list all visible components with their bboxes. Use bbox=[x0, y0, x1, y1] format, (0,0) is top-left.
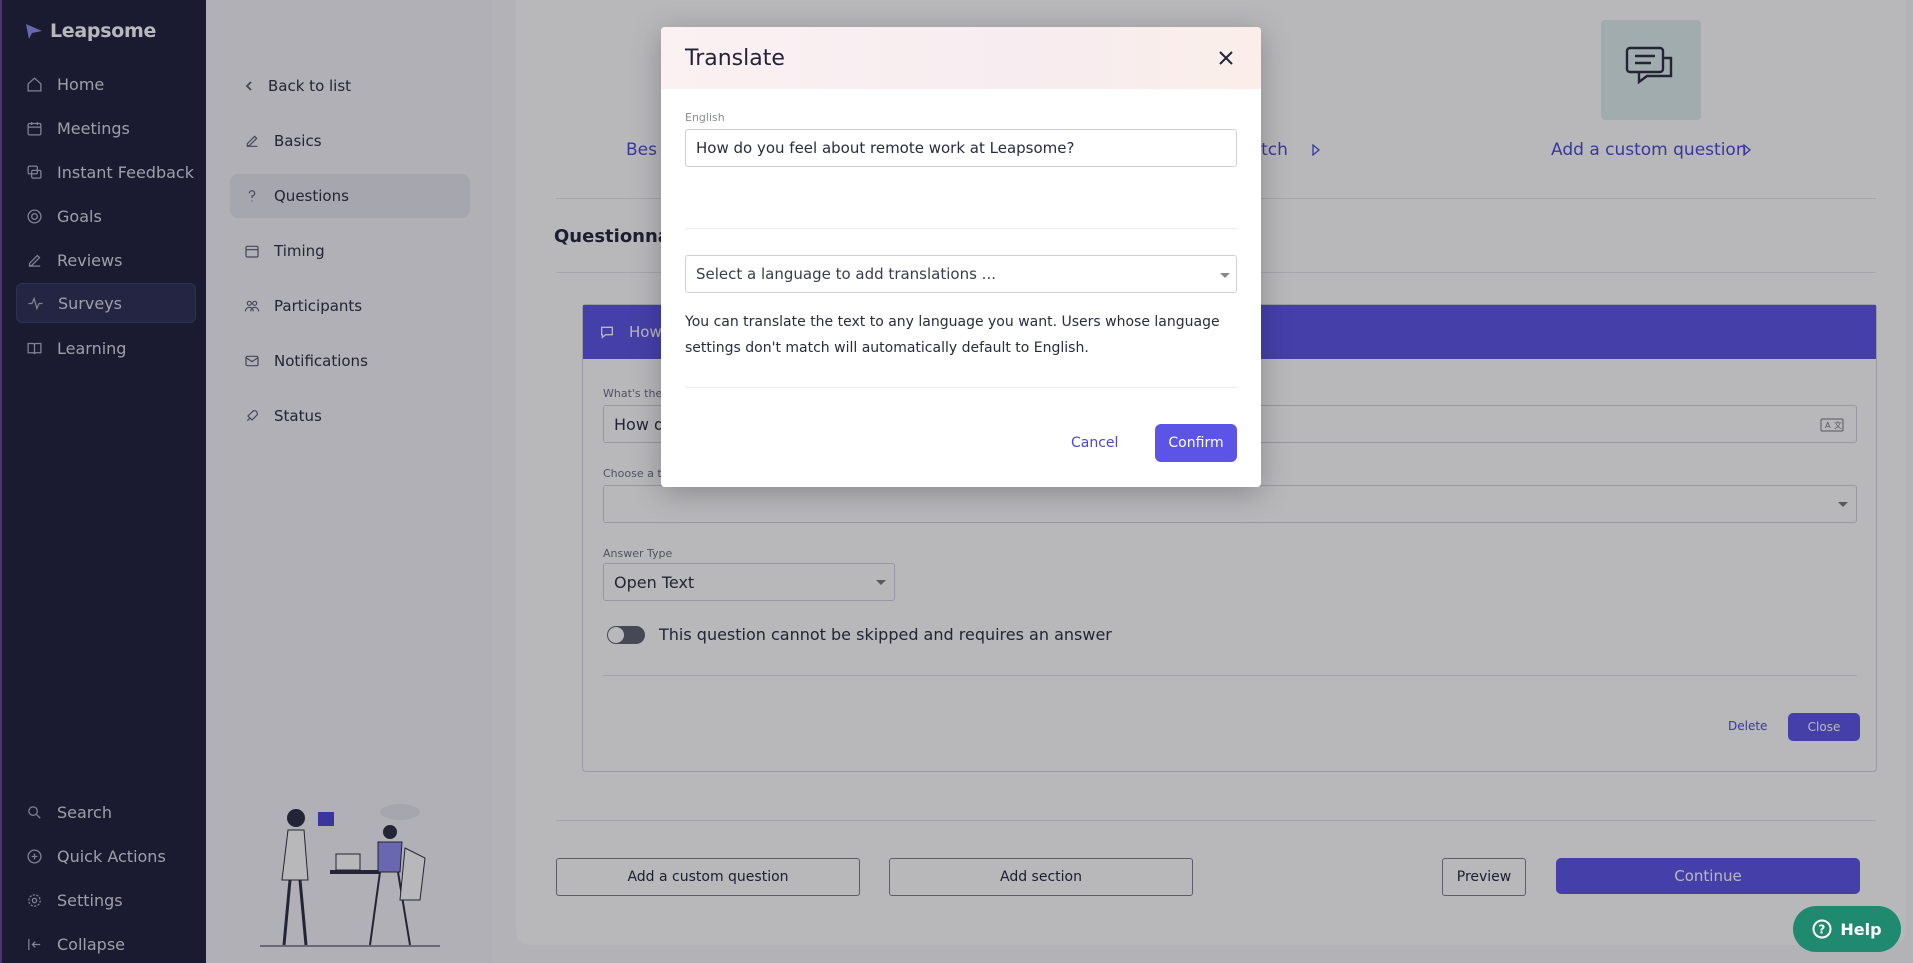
divider bbox=[685, 387, 1237, 388]
translate-dialog: Translate English How do you feel about … bbox=[661, 27, 1261, 487]
language-select[interactable]: Select a language to add translations ..… bbox=[685, 255, 1237, 293]
cancel-button[interactable]: Cancel bbox=[1071, 435, 1118, 451]
divider bbox=[685, 228, 1237, 229]
source-text-value: How do you feel about remote work at Lea… bbox=[696, 139, 1075, 157]
close-icon[interactable] bbox=[1215, 47, 1237, 69]
source-language-label: English bbox=[685, 111, 725, 124]
confirm-button[interactable]: Confirm bbox=[1155, 424, 1237, 462]
help-label: Help bbox=[1840, 919, 1882, 939]
help-icon: ? bbox=[1812, 919, 1832, 939]
translation-help-text: You can translate the text to any langua… bbox=[685, 314, 1220, 356]
svg-text:?: ? bbox=[1819, 923, 1826, 937]
chevron-down-icon bbox=[1220, 273, 1230, 278]
dialog-title: Translate bbox=[685, 45, 785, 71]
source-text-input[interactable]: How do you feel about remote work at Lea… bbox=[685, 129, 1237, 167]
help-button[interactable]: ? Help bbox=[1793, 906, 1901, 952]
dialog-header: Translate bbox=[661, 27, 1261, 89]
language-select-placeholder: Select a language to add translations ..… bbox=[696, 265, 996, 283]
